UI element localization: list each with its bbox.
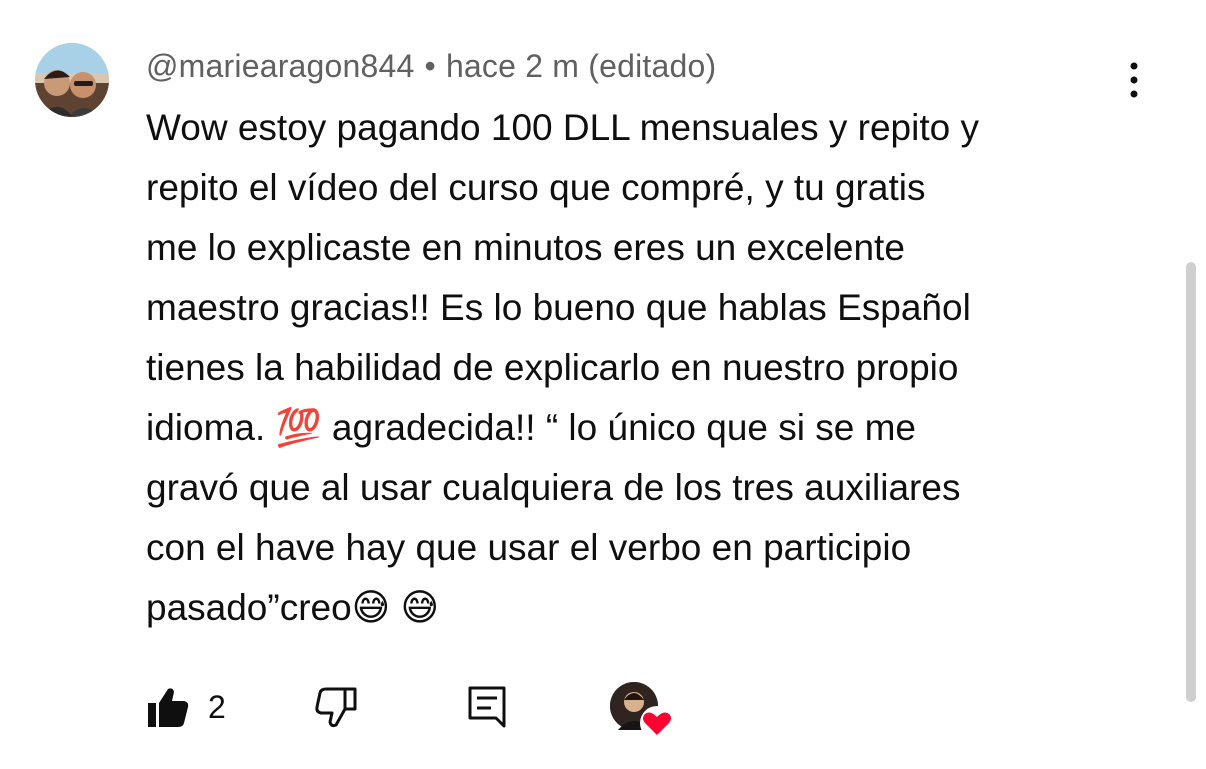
like-count: 2 <box>208 688 226 725</box>
meta-separator: • <box>424 48 436 84</box>
reply-button[interactable] <box>466 680 510 734</box>
more-vertical-icon <box>1130 62 1138 98</box>
comment-time: hace 2 m (editado) <box>445 48 717 84</box>
author-avatar[interactable] <box>35 43 109 117</box>
avatar-photo <box>35 43 109 117</box>
comment-meta: @mariearagon844 • hace 2 m (editado) <box>146 48 716 88</box>
heart-icon <box>640 706 674 740</box>
dislike-button[interactable] <box>314 680 358 734</box>
scrollbar[interactable] <box>1186 262 1196 702</box>
thumbs-down-icon <box>315 687 357 728</box>
comment-actions: 2 <box>146 680 746 740</box>
like-button[interactable]: 2 <box>146 680 226 734</box>
reply-comment-icon <box>468 686 506 728</box>
thumbs-up-icon <box>148 688 189 727</box>
more-options-button[interactable] <box>1112 58 1156 102</box>
author-handle[interactable]: @mariearagon844 <box>146 48 415 84</box>
comment-text: Wow estoy pagando 100 DLL mensuales y re… <box>146 107 979 628</box>
comment: @mariearagon844 • hace 2 m (editado) Wow e… <box>0 0 1206 769</box>
